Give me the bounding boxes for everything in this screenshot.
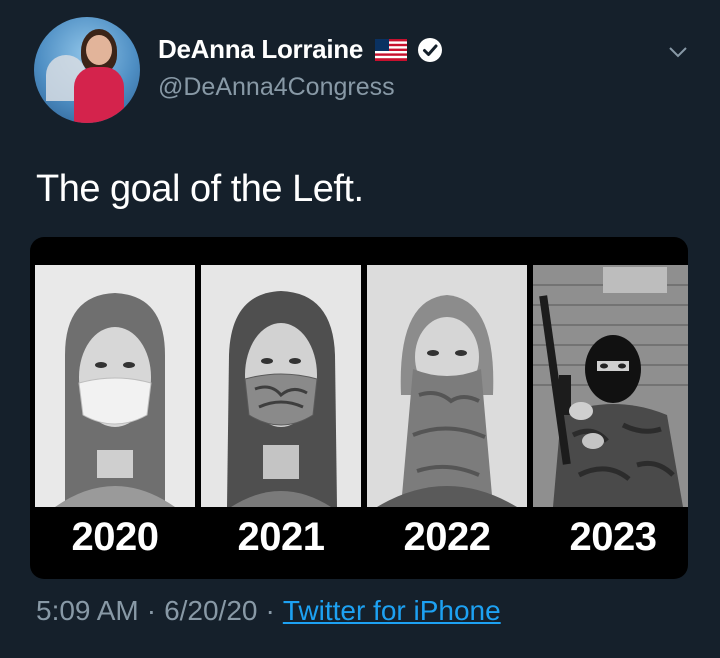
avatar-body [74,67,124,123]
year-label-2020: 2020 [71,515,159,559]
separator-dot: · [265,595,275,626]
year-label-2023: 2023 [569,515,657,559]
profile-avatar[interactable] [34,17,140,123]
tweet-text: The goal of the Left. [36,168,364,210]
tweet-date[interactable]: 6/20/20 [164,595,257,627]
tweet-time[interactable]: 5:09 AM [36,595,139,627]
photo-panel-2023 [533,265,688,507]
photo-panel-2020 [35,265,195,507]
girl-surgical-mask-image [35,265,195,507]
us-flag-icon [375,38,407,61]
masked-gunman-image [533,265,688,507]
chevron-down-icon[interactable] [666,42,690,62]
photo-panel-2022 [367,265,527,507]
name-row: DeAnna Lorraine [158,34,443,65]
avatar-face [86,35,112,65]
account-handle[interactable]: @DeAnna4Congress [158,73,395,102]
tweet-media[interactable]: 2020 2021 2022 2023 [30,237,688,579]
tweet-source-link[interactable]: Twitter for iPhone [283,595,501,627]
separator-dot: · [146,595,157,626]
year-label-2021: 2021 [237,515,325,559]
tweet-meta: 5:09 AM · 6/20/20 · Twitter for iPhone [36,595,501,627]
year-label-2022: 2022 [403,515,491,559]
woman-patterned-mask-image [201,265,361,507]
verified-badge-icon [418,37,442,62]
woman-camo-gaiter-image [367,265,527,507]
photo-panel-2021 [201,265,361,507]
display-name[interactable]: DeAnna Lorraine [158,34,363,65]
